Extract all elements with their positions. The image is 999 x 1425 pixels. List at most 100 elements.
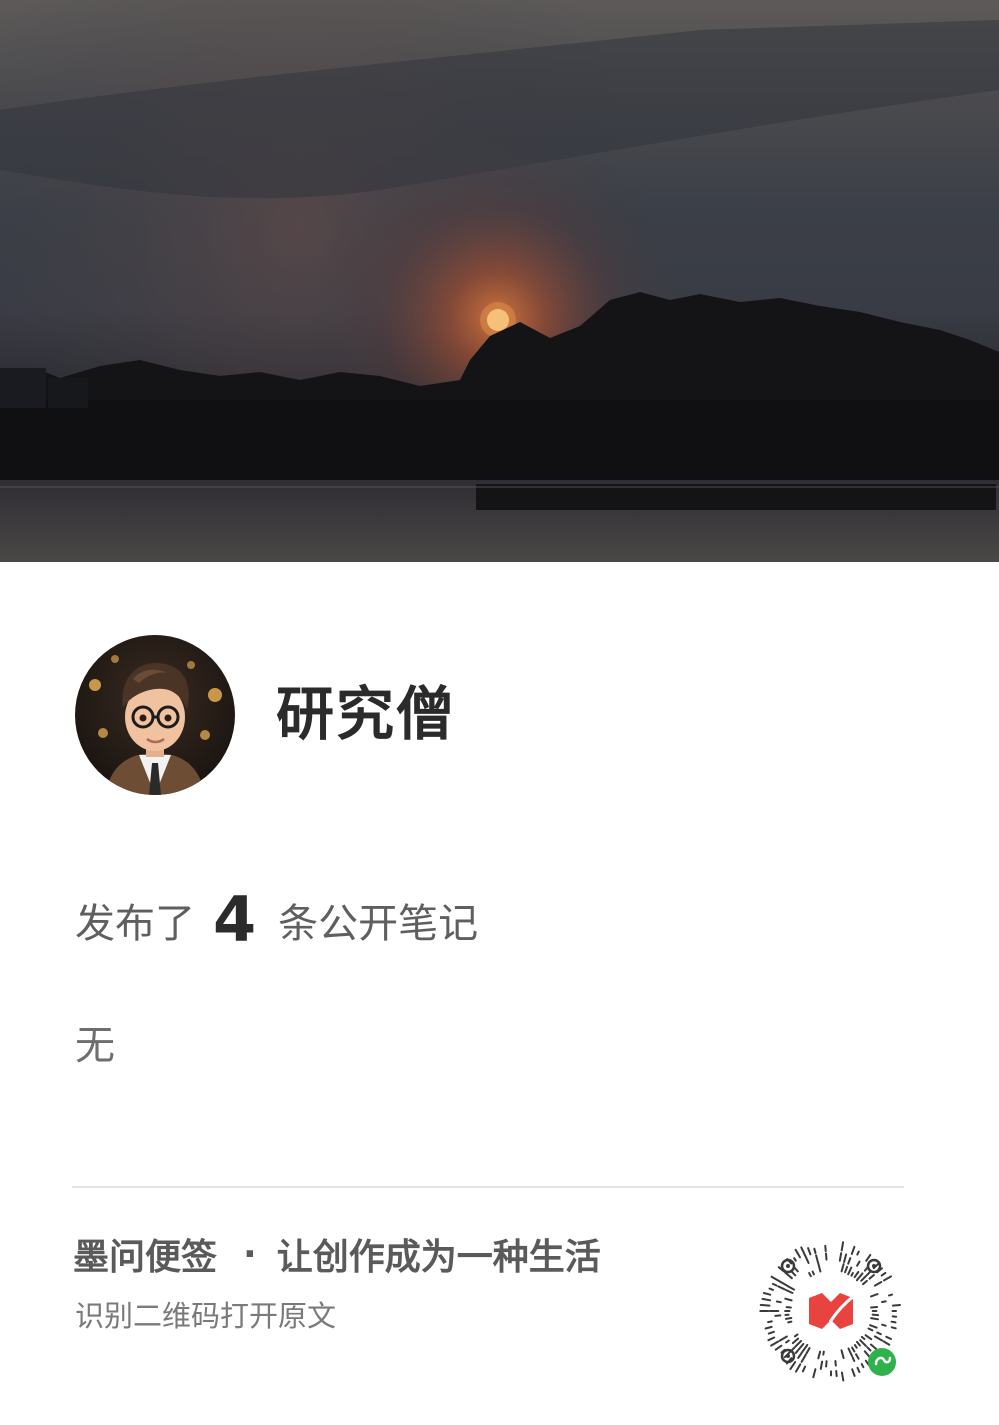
- divider: [72, 1186, 904, 1188]
- qr-ray: [768, 1287, 774, 1291]
- qr-ray: [851, 1346, 856, 1353]
- qr-ray: [787, 1320, 793, 1324]
- qr-ray: [856, 1366, 861, 1373]
- qr-code-icon: [759, 1241, 901, 1382]
- profile-description: 无: [75, 1023, 115, 1069]
- qr-ray: [767, 1336, 776, 1342]
- qr-ray: [784, 1288, 794, 1294]
- qr-ray: [890, 1320, 897, 1324]
- qr-ray: [851, 1368, 856, 1377]
- qr-ray: [819, 1360, 824, 1370]
- qr-ray: [876, 1331, 882, 1336]
- qr-ray: [778, 1280, 788, 1287]
- qr-ray: [860, 1274, 868, 1282]
- cartoon-avatar-icon: [89, 655, 222, 795]
- qr-ray: [840, 1371, 845, 1382]
- qr-ray: [811, 1270, 815, 1276]
- qr-ray: [890, 1326, 897, 1330]
- qr-ray: [880, 1271, 887, 1277]
- qr-hint: 识别二维码打开原文: [75, 1299, 337, 1333]
- qr-ray: [847, 1266, 853, 1276]
- qr-ray: [881, 1323, 887, 1327]
- qr-ray: [794, 1339, 803, 1348]
- qr-ray: [808, 1272, 812, 1278]
- qr-ray: [798, 1342, 805, 1351]
- qr-ray: [825, 1360, 828, 1368]
- brand-name: 墨问便签: [73, 1237, 218, 1278]
- qr-ray: [869, 1324, 878, 1329]
- qr-ray: [794, 1267, 799, 1273]
- qr-ray: [853, 1344, 858, 1349]
- qr-ray: [847, 1347, 853, 1357]
- qr-ray: [775, 1300, 782, 1304]
- qr-ray: [869, 1343, 878, 1350]
- qr-ray: [850, 1245, 856, 1255]
- qr-ray: [864, 1334, 873, 1341]
- qr-ray: [859, 1339, 867, 1347]
- qr-ray: [793, 1333, 799, 1338]
- qr-ray: [807, 1247, 812, 1256]
- qr-ray: [866, 1346, 872, 1352]
- qr-ray: [815, 1254, 819, 1264]
- qr-ray: [840, 1241, 845, 1252]
- qr-ray: [801, 1343, 809, 1354]
- qr-ray: [871, 1313, 880, 1317]
- qr-ray: [794, 1349, 799, 1354]
- notes-count: 4: [213, 883, 257, 956]
- qr-ray: [870, 1306, 879, 1309]
- qr-ray: [801, 1365, 807, 1373]
- stats-prefix: 发布了: [75, 901, 195, 947]
- qr-ray: [840, 1263, 845, 1273]
- qr-ray: [883, 1275, 892, 1282]
- qr-ray: [862, 1279, 868, 1286]
- qr-ray: [847, 1257, 852, 1265]
- qr-ray: [784, 1271, 793, 1280]
- sunset-scene: [0, 0, 999, 562]
- qr-ray: [770, 1275, 780, 1282]
- brand-line: 墨问便签 · 让创作成为一种生活: [73, 1228, 601, 1280]
- qr-ray: [817, 1350, 822, 1360]
- qr-ray: [797, 1352, 803, 1359]
- qr-ray: [865, 1253, 872, 1262]
- qr-ray: [778, 1335, 788, 1342]
- qr-ray: [856, 1340, 861, 1347]
- qr-ray: [860, 1335, 866, 1340]
- qr-ray: [825, 1252, 828, 1261]
- qr-ray: [843, 1253, 848, 1263]
- qr-ray: [774, 1314, 782, 1317]
- avatar[interactable]: [75, 635, 235, 795]
- username: 研究僧: [276, 680, 457, 748]
- qr-ray: [856, 1260, 861, 1267]
- mini-program-badge-icon: [868, 1348, 896, 1376]
- qr-ray: [762, 1292, 772, 1296]
- qr-ray: [873, 1281, 883, 1287]
- qr-ray: [805, 1347, 811, 1355]
- brand-separator: ·: [243, 1233, 257, 1275]
- qr-ray: [888, 1293, 893, 1297]
- qr-ray: [885, 1335, 892, 1340]
- qr-ray: [759, 1303, 771, 1307]
- qr-ray: [770, 1340, 779, 1347]
- qr-ray: [856, 1250, 860, 1256]
- qr-ray: [812, 1368, 817, 1379]
- qr-ray: [789, 1361, 797, 1370]
- qr-ray: [838, 1252, 843, 1262]
- qr-ray: [777, 1285, 786, 1291]
- qr-ray: [767, 1320, 773, 1324]
- qr-code[interactable]: [756, 1236, 906, 1386]
- qr-ray: [767, 1330, 775, 1335]
- qr-ray: [835, 1370, 838, 1378]
- qr-ray: [761, 1297, 772, 1302]
- qr-ray: [850, 1272, 854, 1277]
- qr-ray: [844, 1265, 849, 1274]
- qr-ray: [881, 1300, 887, 1303]
- qr-ray: [891, 1304, 901, 1307]
- qr-ray: [764, 1325, 773, 1330]
- qr-ray: [804, 1254, 810, 1264]
- qr-ray: [840, 1349, 845, 1359]
- qr-ray: [868, 1274, 875, 1280]
- qr-ray: [870, 1317, 879, 1321]
- qr-ray: [873, 1335, 884, 1342]
- qr-ray: [795, 1363, 802, 1373]
- cover-image: [0, 0, 999, 562]
